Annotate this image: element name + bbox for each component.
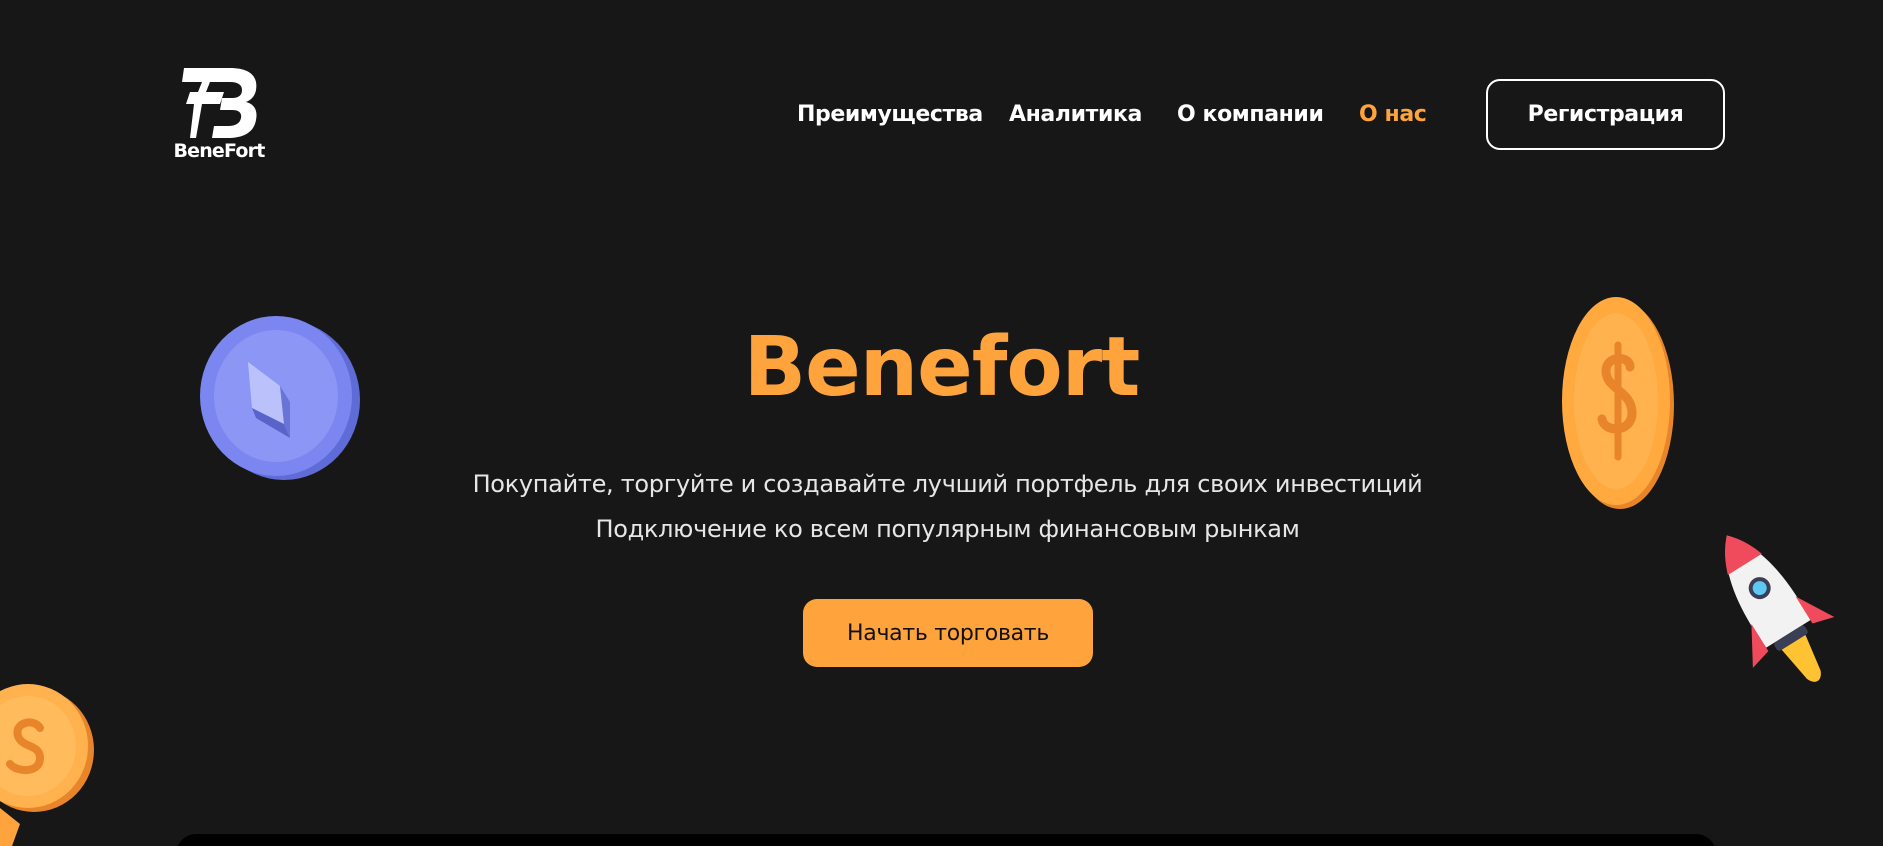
content-panel <box>176 834 1716 846</box>
logo-mark-icon <box>182 68 257 138</box>
start-trading-button[interactable]: Начать торговать <box>803 599 1093 667</box>
nav-item-company[interactable]: О компании <box>1177 98 1324 132</box>
nav-item-advantages[interactable]: Преимущества <box>797 98 983 132</box>
register-button[interactable]: Регистрация <box>1486 79 1725 150</box>
landing-page: BeneFort Преимущества Аналитика О компан… <box>0 0 1883 846</box>
hero-subtitle-line-2: Подключение ко всем популярным финансовы… <box>595 515 1300 543</box>
dollar-coin-icon <box>1562 297 1674 509</box>
logo-text: BeneFort <box>173 140 265 162</box>
ethereum-coin-icon <box>200 316 360 480</box>
rocket-icon <box>1724 535 1835 682</box>
nav-item-analytics[interactable]: Аналитика <box>1009 98 1142 132</box>
dollar-coin-icon <box>0 684 94 846</box>
logo[interactable]: BeneFort <box>172 66 266 164</box>
nav-item-about-us[interactable]: О нас <box>1359 98 1427 132</box>
